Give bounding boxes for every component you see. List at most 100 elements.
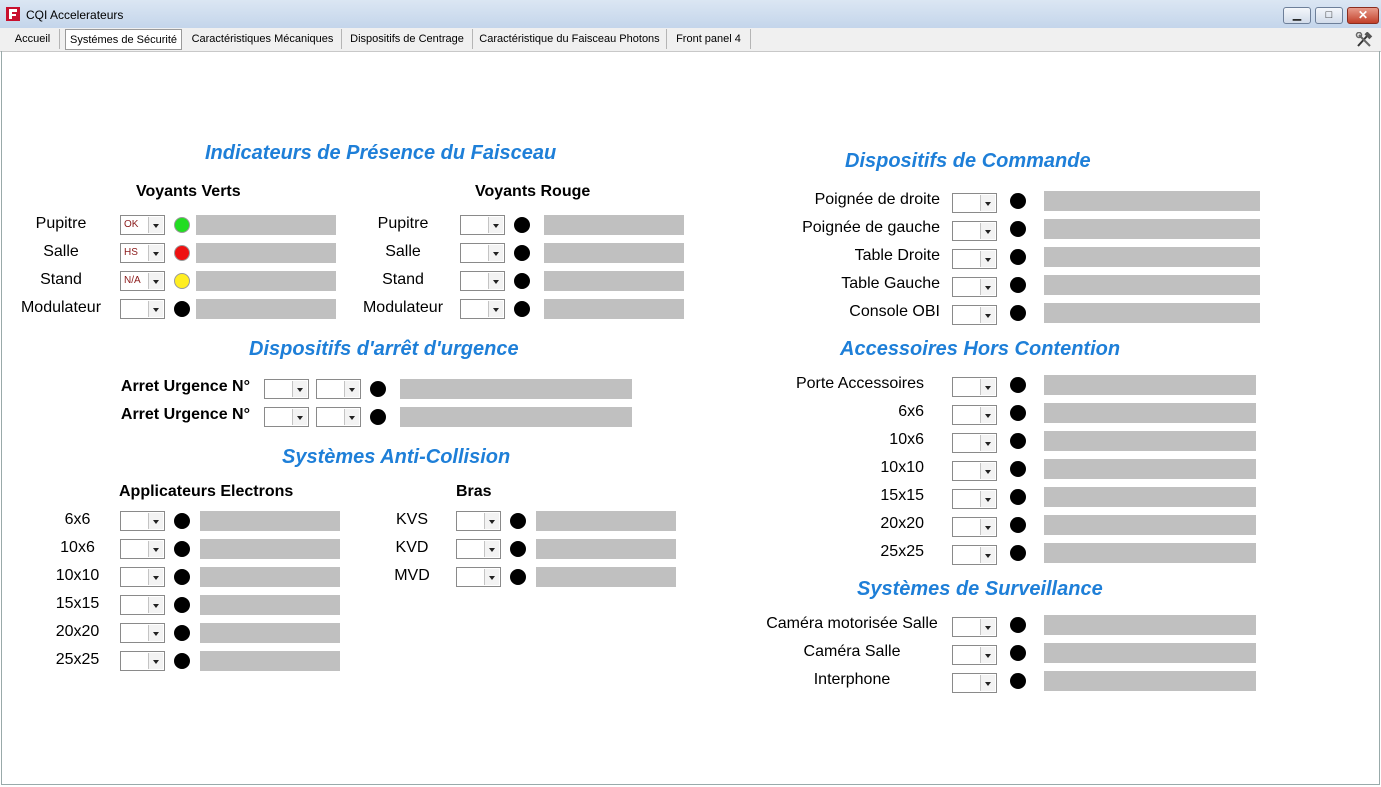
bras-select[interactable] bbox=[456, 567, 501, 587]
chevron-down-icon[interactable] bbox=[292, 381, 307, 397]
hammer-wrench-icon[interactable] bbox=[1355, 32, 1373, 48]
status-led bbox=[370, 381, 386, 397]
commande-select[interactable] bbox=[952, 305, 997, 325]
surveillance-select[interactable] bbox=[952, 673, 997, 693]
chevron-down-icon[interactable] bbox=[148, 569, 163, 585]
chevron-down-icon[interactable] bbox=[980, 407, 995, 423]
chevron-down-icon[interactable] bbox=[148, 245, 163, 261]
chevron-down-icon[interactable] bbox=[488, 273, 503, 289]
arret-urgence-select-2[interactable] bbox=[316, 407, 361, 427]
commande-select[interactable] bbox=[952, 249, 997, 269]
tab-accueil[interactable]: Accueil bbox=[6, 29, 60, 49]
chevron-down-icon[interactable] bbox=[980, 223, 995, 239]
applicateur-select[interactable] bbox=[120, 567, 165, 587]
status-led bbox=[370, 409, 386, 425]
chevron-down-icon[interactable] bbox=[980, 619, 995, 635]
chevron-down-icon[interactable] bbox=[148, 653, 163, 669]
commande-select[interactable] bbox=[952, 193, 997, 213]
chevron-down-icon[interactable] bbox=[980, 491, 995, 507]
chevron-down-icon[interactable] bbox=[980, 379, 995, 395]
status-led bbox=[1010, 545, 1026, 561]
arret-urgence-select-1[interactable] bbox=[264, 407, 309, 427]
red-row-select[interactable] bbox=[460, 271, 505, 291]
maximize-button[interactable]: □ bbox=[1315, 7, 1343, 24]
surveillance-select[interactable] bbox=[952, 645, 997, 665]
chevron-down-icon[interactable] bbox=[980, 307, 995, 323]
close-button[interactable]: ✕ bbox=[1347, 7, 1379, 24]
accessoire-select[interactable] bbox=[952, 433, 997, 453]
status-led bbox=[174, 273, 190, 289]
green-row-select[interactable]: N/A bbox=[120, 271, 165, 291]
applicateur-select[interactable] bbox=[120, 539, 165, 559]
chevron-down-icon[interactable] bbox=[148, 301, 163, 317]
arret-urgence-select-1[interactable] bbox=[264, 379, 309, 399]
red-row-select[interactable] bbox=[460, 215, 505, 235]
accessoire-select[interactable] bbox=[952, 461, 997, 481]
bras-field bbox=[536, 567, 676, 587]
tab-front-panel-4[interactable]: Front panel 4 bbox=[667, 29, 751, 49]
anticollision-title: Systèmes Anti-Collision bbox=[282, 446, 511, 468]
chevron-down-icon[interactable] bbox=[980, 251, 995, 267]
accessoire-label: Porte Accessoires bbox=[795, 375, 924, 392]
minimize-button[interactable]: ▁ bbox=[1283, 7, 1311, 24]
chevron-down-icon[interactable] bbox=[148, 513, 163, 529]
chevron-down-icon[interactable] bbox=[484, 541, 499, 557]
green-row-select[interactable]: HS bbox=[120, 243, 165, 263]
chevron-down-icon[interactable] bbox=[488, 301, 503, 317]
tab-dispositifs-centrage[interactable]: Dispositifs de Centrage bbox=[342, 29, 473, 49]
chevron-down-icon[interactable] bbox=[980, 547, 995, 563]
accessoire-select[interactable] bbox=[952, 405, 997, 425]
chevron-down-icon[interactable] bbox=[484, 513, 499, 529]
arret-urgence-select-2[interactable] bbox=[316, 379, 361, 399]
chevron-down-icon[interactable] bbox=[980, 519, 995, 535]
tab-faisceau-photons[interactable]: Caractéristique du Faisceau Photons bbox=[473, 29, 667, 49]
chevron-down-icon[interactable] bbox=[148, 625, 163, 641]
accessoire-select[interactable] bbox=[952, 377, 997, 397]
bras-select[interactable] bbox=[456, 539, 501, 559]
commande-label: Table Gauche bbox=[841, 275, 940, 292]
applicateur-select[interactable] bbox=[120, 595, 165, 615]
tab-systemes-securite[interactable]: Systémes de Sécurité bbox=[65, 29, 182, 50]
chevron-down-icon[interactable] bbox=[484, 569, 499, 585]
chevron-down-icon[interactable] bbox=[488, 217, 503, 233]
status-led bbox=[510, 513, 526, 529]
bras-select[interactable] bbox=[456, 511, 501, 531]
chevron-down-icon[interactable] bbox=[980, 647, 995, 663]
chevron-down-icon[interactable] bbox=[980, 195, 995, 211]
red-row-label: Pupitre bbox=[377, 215, 429, 232]
tab-caracteristiques-mecaniques[interactable]: Caractéristiques Mécaniques bbox=[184, 29, 342, 49]
chevron-down-icon[interactable] bbox=[148, 217, 163, 233]
red-row-select[interactable] bbox=[460, 299, 505, 319]
commande-select[interactable] bbox=[952, 277, 997, 297]
applicateur-label: 6x6 bbox=[64, 511, 91, 528]
applicateur-label: 25x25 bbox=[55, 651, 100, 668]
surveillance-select[interactable] bbox=[952, 617, 997, 637]
chevron-down-icon[interactable] bbox=[148, 597, 163, 613]
chevron-down-icon[interactable] bbox=[148, 273, 163, 289]
chevron-down-icon[interactable] bbox=[980, 675, 995, 691]
chevron-down-icon[interactable] bbox=[344, 381, 359, 397]
chevron-down-icon[interactable] bbox=[488, 245, 503, 261]
status-led bbox=[1010, 221, 1026, 237]
chevron-down-icon[interactable] bbox=[980, 435, 995, 451]
chevron-down-icon[interactable] bbox=[148, 541, 163, 557]
red-row-select[interactable] bbox=[460, 243, 505, 263]
chevron-down-icon[interactable] bbox=[344, 409, 359, 425]
surveillance-label: Caméra motorisée Salle bbox=[766, 615, 938, 632]
applicateur-select[interactable] bbox=[120, 511, 165, 531]
chevron-down-icon[interactable] bbox=[980, 279, 995, 295]
accessoire-select[interactable] bbox=[952, 517, 997, 537]
green-row-select[interactable] bbox=[120, 299, 165, 319]
red-row-label: Salle bbox=[385, 243, 421, 260]
status-led bbox=[1010, 461, 1026, 477]
commande-select[interactable] bbox=[952, 221, 997, 241]
accessoire-label: 25x25 bbox=[880, 543, 924, 560]
applicateur-select[interactable] bbox=[120, 651, 165, 671]
bras-label: MVD bbox=[394, 567, 430, 584]
applicateur-select[interactable] bbox=[120, 623, 165, 643]
chevron-down-icon[interactable] bbox=[292, 409, 307, 425]
green-row-select[interactable]: OK bbox=[120, 215, 165, 235]
accessoire-select[interactable] bbox=[952, 489, 997, 509]
accessoire-select[interactable] bbox=[952, 545, 997, 565]
chevron-down-icon[interactable] bbox=[980, 463, 995, 479]
